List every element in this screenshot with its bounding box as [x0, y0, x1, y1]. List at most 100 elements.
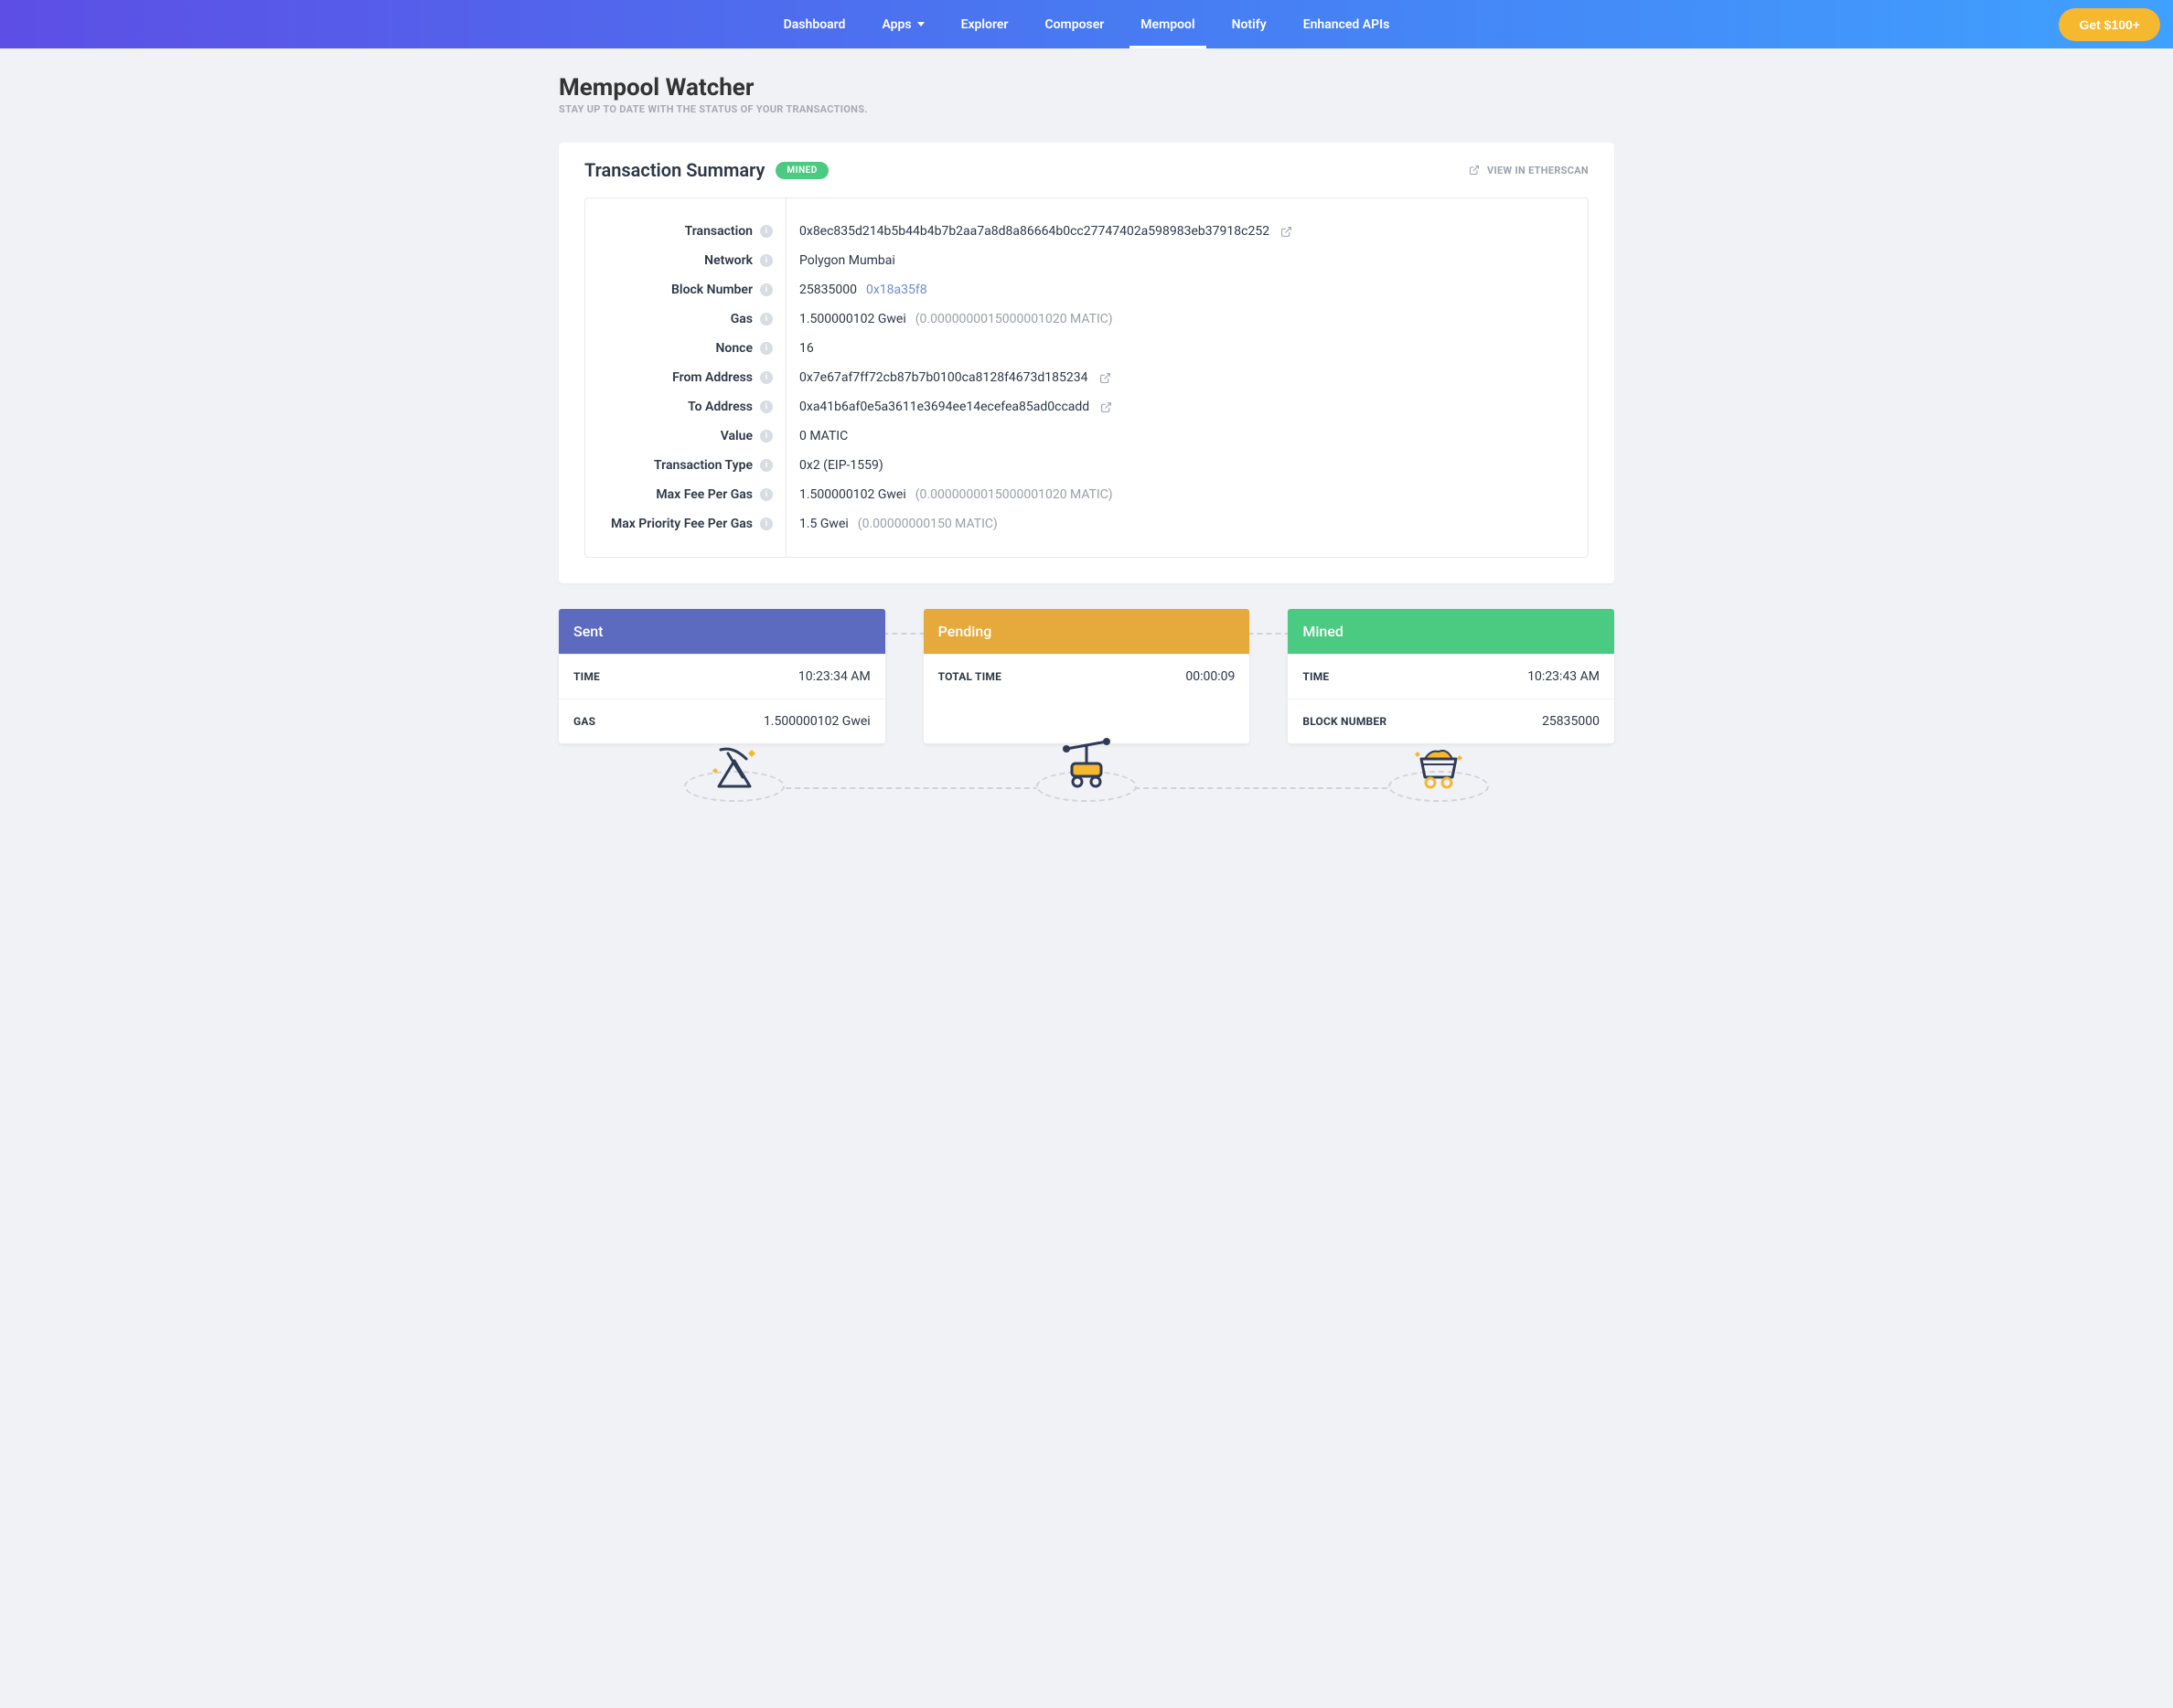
status-row: BLOCK NUMBER 25835000 [1288, 699, 1614, 743]
status-label: BLOCK NUMBER [1302, 715, 1386, 728]
value-transaction: 0x8ec835d214b5b44b4b7b2aa7a8d8a86664b0cc… [799, 224, 1269, 239]
info-icon[interactable]: i [760, 313, 773, 326]
value-tx-type: 0x2 (EIP-1559) [799, 458, 883, 473]
nav-composer[interactable]: Composer [1026, 0, 1122, 48]
info-icon[interactable]: i [760, 283, 773, 296]
top-nav: Dashboard Apps Explorer Composer Mempool… [0, 0, 2173, 48]
nav-label: Explorer [961, 17, 1009, 32]
cta-button[interactable]: Get $100+ [2059, 8, 2160, 41]
status-card-header: Sent [559, 609, 885, 654]
status-label: TIME [573, 670, 600, 683]
nav-label: Mempool [1140, 17, 1194, 32]
info-icon[interactable]: i [760, 225, 773, 238]
etherscan-link[interactable]: VIEW IN ETHERSCAN [1469, 165, 1589, 176]
info-icon[interactable]: i [760, 430, 773, 443]
transaction-summary-card: Transaction Summary MINED VIEW IN ETHERS… [559, 143, 1614, 583]
status-value: 10:23:34 AM [798, 669, 871, 684]
status-card-pending: Pending TOTAL TIME 00:00:09 [924, 609, 1250, 743]
value-max-priority-secondary: (0.00000000150 MATIC) [858, 517, 998, 531]
status-value: 10:23:43 AM [1527, 669, 1600, 684]
external-link-icon [1469, 165, 1480, 176]
nav-links: Dashboard Apps Explorer Composer Mempool… [765, 0, 1408, 48]
status-value: 25835000 [1542, 714, 1600, 729]
status-row: TIME10:23:43 AM [1288, 654, 1614, 699]
info-icon[interactable]: i [760, 459, 773, 472]
label-nonce: Nonce [716, 341, 753, 356]
label-to-address: To Address [688, 400, 753, 414]
status-row: TOTAL TIME 00:00:09 [924, 654, 1250, 699]
status-card-mined: Mined TIME10:23:43 AM BLOCK NUMBER 258350… [1288, 609, 1614, 743]
page-content: Mempool Watcher STAY UP TO DATE WITH THE… [542, 48, 1631, 838]
nav-label: Dashboard [784, 17, 846, 32]
status-value: 1.500000102 Gwei [764, 714, 871, 729]
value-gas: 1.500000102 Gwei [799, 312, 906, 326]
illustration-oval [1036, 771, 1137, 802]
value-block-number-hex: 0x18a35f8 [866, 283, 927, 297]
illustration-mined [1388, 771, 1489, 802]
page-subtitle: STAY UP TO DATE WITH THE STATUS OF YOUR … [559, 103, 1614, 115]
to-external-link[interactable] [1100, 401, 1112, 413]
minecart-icon [1407, 742, 1471, 793]
scale-icon [1050, 736, 1123, 793]
external-link-icon [1100, 401, 1112, 413]
external-link-icon [1099, 372, 1111, 384]
from-external-link[interactable] [1099, 372, 1111, 384]
illustration-oval [684, 771, 785, 802]
external-link-icon [1280, 226, 1292, 238]
summary-header-left: Transaction Summary MINED [584, 159, 829, 181]
label-value: Value [721, 429, 753, 443]
status-label: TOTAL TIME [938, 670, 1001, 683]
page-title: Mempool Watcher [559, 74, 1614, 101]
chevron-down-icon [917, 22, 925, 27]
info-icon[interactable]: i [760, 254, 773, 267]
status-row: TIME 10:23:34 AM [559, 654, 885, 699]
label-transaction: Transaction [685, 224, 753, 239]
label-max-fee: Max Fee Per Gas [656, 487, 753, 502]
nav-enhanced-apis[interactable]: Enhanced APIs [1285, 0, 1408, 48]
nav-label: Notify [1232, 17, 1267, 32]
nav-apps[interactable]: Apps [863, 0, 942, 48]
illustration-row [559, 771, 1614, 802]
illustration-pending [1036, 771, 1137, 802]
info-icon[interactable]: i [760, 371, 773, 384]
nav-label: Enhanced APIs [1303, 17, 1390, 32]
nav-explorer[interactable]: Explorer [943, 0, 1027, 48]
label-transaction-type: Transaction Type [654, 458, 753, 473]
etherscan-label: VIEW IN ETHERSCAN [1487, 165, 1589, 176]
nav-dashboard[interactable]: Dashboard [765, 0, 864, 48]
value-network: Polygon Mumbai [799, 253, 895, 268]
status-label: GAS [573, 715, 595, 728]
status-card-header: Mined [1288, 609, 1614, 654]
label-gas: Gas [731, 312, 753, 326]
label-max-priority-fee: Max Priority Fee Per Gas [611, 517, 753, 531]
info-icon[interactable]: i [760, 518, 773, 530]
status-value: 00:00:09 [1185, 669, 1235, 684]
summary-title: Transaction Summary [584, 159, 765, 181]
info-icon[interactable]: i [760, 488, 773, 501]
info-icon[interactable]: i [760, 400, 773, 413]
label-block-number: Block Number [671, 283, 753, 297]
value-from-address: 0x7e67af7ff72cb87b7b0100ca8128f4673d1852… [799, 370, 1088, 385]
nav-notify[interactable]: Notify [1214, 0, 1285, 48]
details-table: Transactioni Networki Block Numberi Gasi… [584, 197, 1589, 558]
details-values: 0x8ec835d214b5b44b4b7b2aa7a8d8a86664b0cc… [787, 198, 1588, 557]
details-labels: Transactioni Networki Block Numberi Gasi… [585, 198, 787, 557]
nav-mempool[interactable]: Mempool [1122, 0, 1213, 48]
status-cards: Sent TIME 10:23:34 AM GAS 1.500000102 Gwei… [559, 609, 1614, 743]
illustration-oval [1388, 771, 1489, 802]
label-network: Network [704, 253, 753, 268]
nav-label: Apps [882, 17, 911, 32]
value-nonce: 16 [799, 341, 814, 356]
value-max-priority: 1.5 Gwei [799, 517, 849, 531]
pickaxe-icon [702, 742, 766, 793]
label-from-address: From Address [672, 370, 753, 385]
status-badge: MINED [776, 162, 828, 179]
transaction-external-link[interactable] [1280, 226, 1292, 238]
status-row: GAS 1.500000102 Gwei [559, 699, 885, 743]
info-icon[interactable]: i [760, 342, 773, 355]
value-to-address: 0xa41b6af0e5a3611e3694ee14ecefea85ad0cca… [799, 400, 1089, 414]
status-card-header: Pending [924, 609, 1250, 654]
status-card-sent: Sent TIME 10:23:34 AM GAS 1.500000102 Gwei [559, 609, 885, 743]
value-gas-secondary: (0.0000000015000001020 MATIC) [915, 312, 1113, 326]
illustration-sent [684, 771, 785, 802]
